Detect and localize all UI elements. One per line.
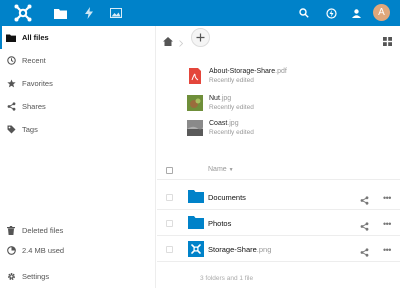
file-ext: .png (256, 245, 272, 254)
recent-item[interactable]: About-Storage-Share.pdf Recently edited (187, 68, 387, 88)
breadcrumb-home-icon[interactable] (163, 33, 173, 51)
recent-item-name: About-Storage-Share.pdf (209, 68, 287, 75)
more-actions-icon[interactable]: ••• (383, 219, 391, 229)
contacts-icon[interactable] (347, 4, 365, 22)
share-icon (0, 102, 22, 111)
recent-item-name: Coast.jpg (209, 120, 239, 127)
recent-item-basename: About-Storage-Share (209, 68, 276, 75)
sort-by-name[interactable]: Name ▼ (208, 166, 234, 173)
sidebar-item-label: Tags (22, 125, 38, 134)
more-actions-icon[interactable]: ••• (383, 245, 391, 255)
row-checkbox[interactable] (166, 246, 173, 253)
file-basename: Storage-Share (208, 245, 257, 254)
recent-item[interactable]: Coast.jpg Recently edited (187, 120, 387, 140)
search-icon[interactable] (295, 4, 313, 22)
file-basename: Photos (208, 219, 232, 228)
pie-chart-icon (0, 246, 22, 255)
sidebar-item-label: Deleted files (22, 226, 64, 235)
recent-item-subtitle: Recently edited (209, 77, 254, 84)
file-summary: 3 folders and 1 file (200, 275, 254, 282)
sidebar-storage-usage[interactable]: 2.4 MB used (0, 239, 156, 262)
table-row[interactable]: Storage-Share.png ••• (157, 236, 400, 262)
nextcloud-logo-icon[interactable] (13, 3, 33, 23)
gear-icon (0, 272, 22, 281)
grid-view-icon[interactable] (383, 33, 392, 51)
folder-icon (188, 216, 204, 234)
sidebar-item-settings[interactable]: Settings (0, 265, 156, 288)
file-name[interactable]: Storage-Share.png (208, 245, 271, 254)
sidebar-item-tags[interactable]: Tags (0, 118, 156, 141)
trash-icon (0, 226, 22, 235)
new-file-button[interactable] (191, 28, 210, 47)
share-icon[interactable] (360, 244, 369, 262)
recent-item-subtitle: Recently edited (209, 104, 254, 111)
table-row[interactable]: Documents ••• (157, 184, 400, 210)
image-thumbnail (187, 120, 203, 136)
top-bar: A (0, 0, 400, 26)
sidebar-item-shares[interactable]: Shares (0, 95, 156, 118)
sidebar-item-label: Shares (22, 102, 46, 111)
share-icon[interactable] (360, 192, 369, 210)
row-checkbox[interactable] (166, 220, 173, 227)
user-avatar[interactable]: A (373, 4, 390, 21)
recent-item-basename: Nut (209, 95, 220, 102)
notifications-icon[interactable] (322, 4, 340, 22)
file-name[interactable]: Documents (208, 193, 246, 202)
activity-icon[interactable] (80, 4, 98, 22)
sidebar-item-label: Settings (22, 272, 50, 281)
file-basename: Documents (208, 193, 246, 202)
share-icon[interactable] (360, 218, 369, 236)
clock-icon (0, 56, 22, 65)
table-row[interactable]: Photos ••• (157, 210, 400, 236)
recent-item[interactable]: Nut.jpg Recently edited (187, 95, 387, 115)
sidebar-item-all-files[interactable]: All files (0, 26, 156, 49)
row-checkbox[interactable] (166, 194, 173, 201)
recent-item-ext: .jpg (219, 95, 232, 102)
recent-item-ext: .pdf (275, 68, 287, 75)
storage-used-label: 2.4 MB used (22, 246, 65, 255)
sidebar-item-favorites[interactable]: Favorites (0, 72, 156, 95)
recent-item-ext: .jpg (227, 120, 239, 127)
more-actions-icon[interactable]: ••• (383, 193, 391, 203)
file-list-header: Name ▼ (157, 160, 400, 180)
image-thumbnail (188, 241, 204, 262)
tag-icon (0, 125, 22, 134)
recent-item-basename: Coast (209, 120, 228, 127)
column-name-label: Name (208, 166, 227, 173)
breadcrumb-chevron-icon (179, 34, 184, 52)
folder-icon (188, 190, 204, 208)
sidebar-item-label: Recent (22, 56, 46, 65)
folder-icon (0, 34, 22, 42)
star-icon (0, 79, 22, 88)
pdf-icon (187, 68, 203, 84)
select-all-checkbox[interactable] (166, 167, 173, 174)
folder-icon[interactable] (51, 4, 69, 22)
image-thumbnail (187, 95, 203, 111)
gallery-icon[interactable] (107, 4, 125, 22)
file-name[interactable]: Photos (208, 219, 231, 228)
sidebar-item-label: Favorites (22, 79, 53, 88)
recent-item-name: Nut.jpg (209, 95, 231, 102)
recent-item-subtitle: Recently edited (209, 129, 254, 136)
sidebar-item-recent[interactable]: Recent (0, 49, 156, 72)
sort-chevron-icon: ▼ (228, 167, 234, 173)
sidebar-item-label: All files (22, 33, 49, 42)
